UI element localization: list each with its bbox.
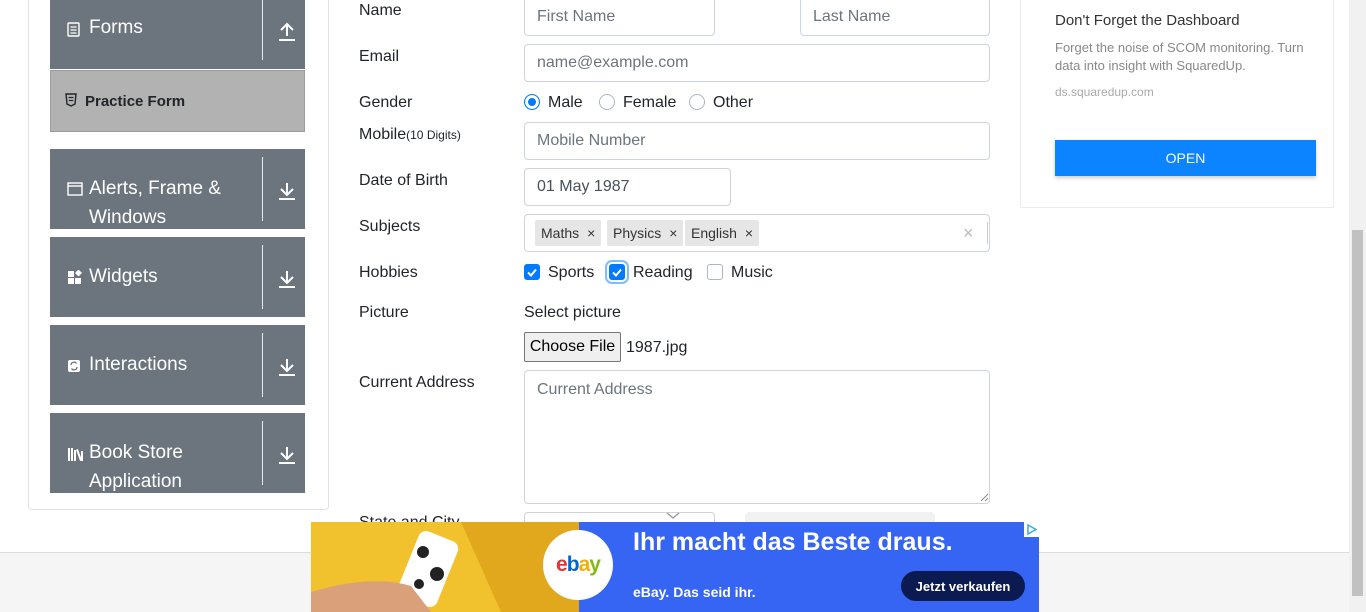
- resize-handle-icon[interactable]: [979, 492, 989, 502]
- check-icon: [527, 268, 537, 277]
- remove-chip-icon[interactable]: ×: [585, 225, 601, 241]
- check-icon: [612, 268, 622, 277]
- hobby-music-checkbox[interactable]: [707, 264, 723, 280]
- ebay-logo: ebay: [543, 530, 613, 600]
- sidebar-group-book-store[interactable]: Book Store Application: [50, 413, 305, 493]
- ad-photo: [311, 522, 579, 612]
- hobbies-label: Hobbies: [359, 264, 418, 281]
- subject-chip-label: Maths: [541, 225, 580, 241]
- sidebar-group-label: Interactions: [89, 354, 188, 375]
- email-label: Email: [359, 48, 400, 65]
- chevron-down-icon: [666, 512, 680, 519]
- banner-cta-button[interactable]: Jetzt verkaufen: [901, 571, 1025, 601]
- scrollbar-thumb[interactable]: [1352, 230, 1363, 596]
- window-icon: [67, 182, 83, 199]
- gender-label: Gender: [359, 94, 413, 111]
- widgets-icon: [67, 269, 83, 288]
- download-icon[interactable]: [276, 444, 298, 466]
- select-picture-label: Select picture: [524, 304, 621, 321]
- sidebar-item-practice-form[interactable]: Practice Form: [50, 70, 305, 132]
- divider: [262, 421, 263, 485]
- hobby-music-label[interactable]: Music: [731, 264, 773, 282]
- ad-banner[interactable]: ebay Ihr macht das Beste draus. eBay. Da…: [311, 522, 1039, 612]
- ad-title: Don't Forget the Dashboard: [1055, 12, 1240, 29]
- first-name-input[interactable]: First Name: [524, 0, 715, 36]
- sidebar-group-label: Widgets: [89, 266, 158, 287]
- banner-headline: Ihr macht das Beste draus.: [633, 528, 953, 556]
- file-name: 1987.jpg: [626, 339, 688, 356]
- mobile-label-text: Mobile: [359, 126, 407, 143]
- subject-chip-label: English: [691, 225, 737, 241]
- subjects-label: Subjects: [359, 218, 421, 235]
- email-input[interactable]: name@example.com: [524, 44, 990, 82]
- phone-image: [311, 522, 579, 612]
- banner-subline: eBay. Das seid ihr.: [633, 584, 756, 600]
- subject-chip: Maths ×: [535, 220, 602, 246]
- subject-chip: English ×: [685, 220, 760, 246]
- gender-female-label[interactable]: Female: [623, 94, 676, 112]
- hobby-sports-label[interactable]: Sports: [548, 264, 594, 282]
- sidebar-group-forms[interactable]: Forms: [50, 0, 305, 69]
- divider: [262, 333, 263, 397]
- ad-open-button[interactable]: OPEN: [1055, 140, 1316, 176]
- sidebar-group-widgets[interactable]: Widgets: [50, 237, 305, 317]
- gender-female-radio[interactable]: [599, 94, 615, 110]
- sidebar-item-label: Practice Form: [85, 93, 186, 110]
- ad-url: ds.squaredup.com: [1055, 85, 1154, 99]
- remove-chip-icon[interactable]: ×: [667, 225, 683, 241]
- divider: [262, 245, 263, 309]
- sidebar-group-label: Alerts, Frame &: [89, 178, 221, 199]
- clear-all-icon[interactable]: ×: [963, 223, 974, 244]
- sidebar-group-label: Windows: [89, 207, 167, 228]
- picture-label: Picture: [359, 304, 409, 321]
- divider: [262, 157, 263, 221]
- books-icon: [67, 446, 85, 465]
- divider: [262, 0, 263, 60]
- upload-icon[interactable]: [276, 21, 298, 43]
- sidebar-group-alerts[interactable]: Alerts, Frame & Windows: [50, 149, 305, 229]
- sidebar-group-label: Forms: [89, 17, 143, 38]
- hobby-reading-label[interactable]: Reading: [633, 264, 693, 282]
- interactions-icon: [67, 359, 81, 376]
- gender-male-radio[interactable]: [524, 94, 540, 110]
- document-icon: [67, 22, 80, 40]
- ad-card: Don't Forget the Dashboard Forget the no…: [1020, 0, 1334, 208]
- sidebar-group-label: Application: [89, 471, 182, 492]
- gender-other-radio[interactable]: [689, 94, 705, 110]
- mobile-hint: (10 Digits): [406, 128, 461, 142]
- ad-description: Forget the noise of SCOM monitoring. Tur…: [1055, 40, 1304, 73]
- hobby-reading-checkbox[interactable]: [609, 264, 625, 280]
- sidebar-group-interactions[interactable]: Interactions: [50, 325, 305, 405]
- sidebar-group-label: Book Store: [89, 442, 183, 463]
- subject-chip-label: Physics: [613, 225, 662, 241]
- subject-chip: Physics ×: [607, 220, 684, 246]
- address-textarea[interactable]: Current Address: [524, 370, 990, 504]
- address-label: Current Address: [359, 374, 475, 391]
- dob-input[interactable]: 01 May 1987: [524, 168, 731, 206]
- divider: [987, 222, 988, 244]
- download-icon[interactable]: [276, 180, 298, 202]
- mobile-input[interactable]: Mobile Number: [524, 122, 990, 160]
- gender-other-label[interactable]: Other: [713, 94, 753, 112]
- download-icon[interactable]: [276, 356, 298, 378]
- name-label: Name: [359, 2, 402, 19]
- remove-chip-icon[interactable]: ×: [743, 225, 759, 241]
- adchoices-icon[interactable]: [1024, 522, 1039, 537]
- gender-male-label[interactable]: Male: [548, 94, 583, 112]
- html5-icon: [65, 93, 77, 110]
- last-name-input[interactable]: Last Name: [800, 0, 990, 36]
- download-icon[interactable]: [276, 268, 298, 290]
- choose-file-button[interactable]: Choose File: [524, 332, 621, 362]
- hobby-sports-checkbox[interactable]: [524, 264, 540, 280]
- dob-label: Date of Birth: [359, 172, 448, 189]
- mobile-label: Mobile(10 Digits): [359, 126, 461, 144]
